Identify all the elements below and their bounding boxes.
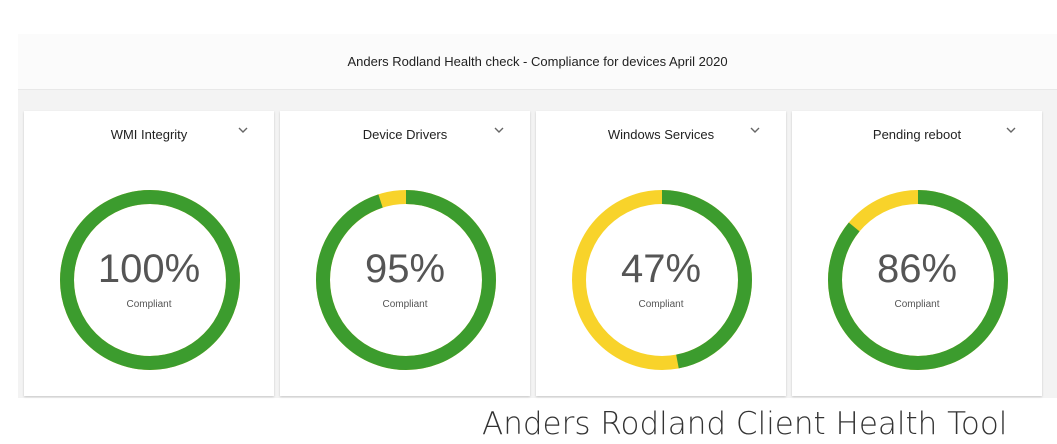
compliance-percent: 95% [364, 247, 446, 291]
chevron-down-icon[interactable] [1004, 123, 1018, 137]
tile-windows-services: Windows Services 47% Compliant [536, 111, 786, 396]
dashboard-title: Anders Rodland Health check - Compliance… [347, 54, 728, 69]
chevron-down-icon[interactable] [492, 123, 506, 137]
compliance-label: Compliant [126, 299, 172, 310]
compliance-percent: 47% [620, 247, 702, 291]
tile-device-drivers: Device Drivers 95% Compliant [280, 111, 530, 396]
compliance-label: Compliant [638, 299, 684, 310]
footer-caption: Anders Rodland Client Health Tool [482, 406, 1008, 442]
compliance-label: Compliant [382, 299, 428, 310]
tile-pending-reboot: Pending reboot 86% Compliant [792, 111, 1042, 396]
dashboard-header: Anders Rodland Health check - Compliance… [18, 34, 1057, 90]
chevron-down-icon[interactable] [748, 123, 762, 137]
compliance-label: Compliant [894, 299, 940, 310]
compliance-percent: 100% [97, 247, 201, 291]
dashboard-panel: Anders Rodland Health check - Compliance… [18, 34, 1057, 398]
tile-wmi-integrity: WMI Integrity 100% Compliant [24, 111, 274, 396]
compliance-percent: 86% [876, 247, 958, 291]
chevron-down-icon[interactable] [236, 123, 250, 137]
